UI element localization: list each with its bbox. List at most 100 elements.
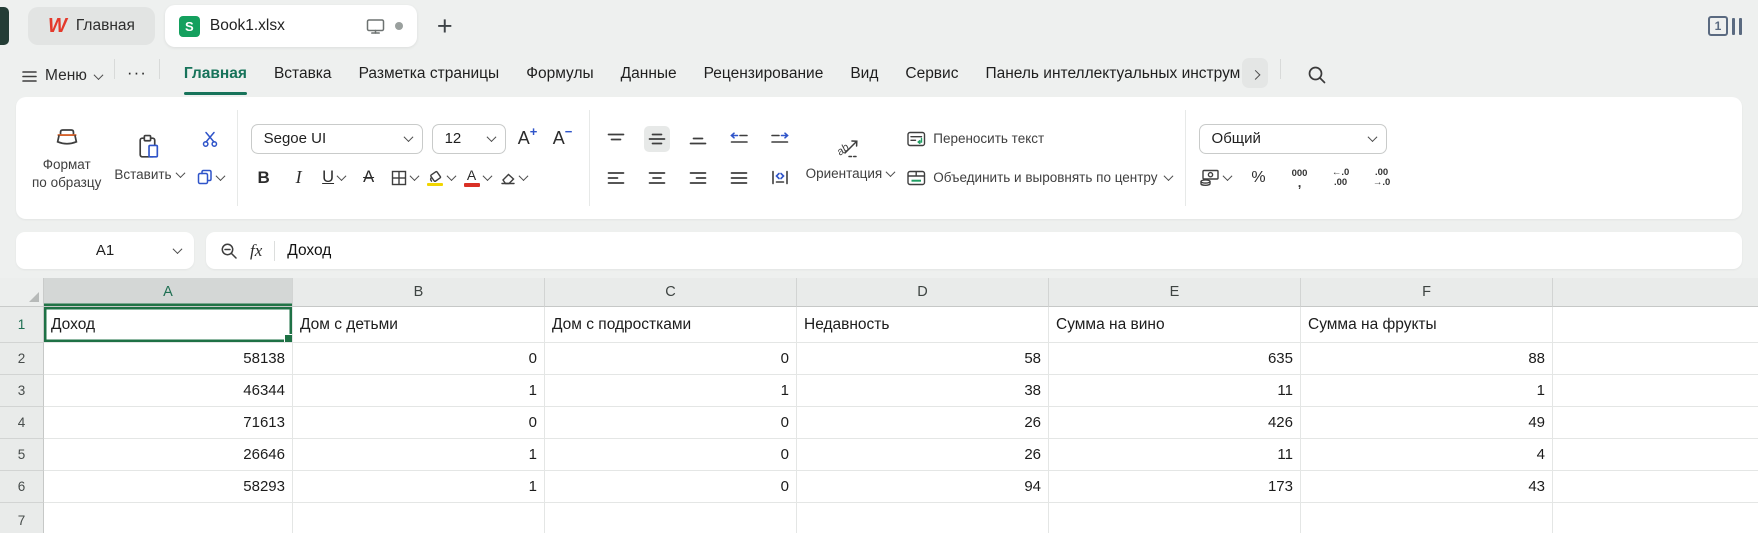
cell-f2[interactable]: 88 — [1301, 343, 1553, 375]
cell-a7[interactable] — [44, 503, 293, 533]
menu-tab[interactable]: Разметка страницы — [359, 65, 500, 85]
row-header-7[interactable]: 7 — [0, 503, 44, 533]
column-header-partial[interactable] — [1553, 278, 1758, 307]
shrink-text-button[interactable] — [767, 165, 793, 191]
row-header-4[interactable]: 4 — [0, 407, 44, 439]
decrease-indent-button[interactable] — [726, 126, 752, 152]
cell-partial[interactable] — [1553, 503, 1758, 533]
menu-tab[interactable]: Вставка — [274, 65, 332, 85]
cell-d6[interactable]: 94 — [797, 471, 1049, 503]
cut-button[interactable] — [197, 126, 223, 152]
cell-partial[interactable] — [1553, 439, 1758, 471]
italic-button[interactable]: I — [286, 165, 312, 191]
cell-a5[interactable]: 26646 — [44, 439, 293, 471]
column-header-e[interactable]: E — [1049, 278, 1301, 307]
menu-tab[interactable]: Данные — [621, 65, 677, 85]
cell-a2[interactable]: 58138 — [44, 343, 293, 375]
cell-a3[interactable]: 46344 — [44, 375, 293, 407]
cell-c6[interactable]: 0 — [545, 471, 797, 503]
align-left-button[interactable] — [603, 165, 629, 191]
formula-input[interactable]: fx Доход — [206, 232, 1742, 269]
align-bottom-button[interactable] — [685, 126, 711, 152]
cell-c4[interactable]: 0 — [545, 407, 797, 439]
strikethrough-button[interactable]: A — [356, 165, 382, 191]
select-all-corner[interactable] — [0, 278, 44, 307]
menu-tab[interactable]: Главная — [184, 65, 247, 85]
cell-f3[interactable]: 1 — [1301, 375, 1553, 407]
fx-icon[interactable]: fx — [250, 241, 262, 261]
cell-d5[interactable]: 26 — [797, 439, 1049, 471]
menu-tab[interactable]: Панель интеллектуальных инструм — [985, 65, 1240, 85]
cell-f5[interactable]: 4 — [1301, 439, 1553, 471]
cell-d4[interactable]: 26 — [797, 407, 1049, 439]
cell-c2[interactable]: 0 — [545, 343, 797, 375]
font-size-select[interactable]: 12 — [432, 124, 506, 154]
cell-e5[interactable]: 11 — [1049, 439, 1301, 471]
menu-tab[interactable]: Вид — [850, 65, 878, 85]
clear-format-button[interactable] — [500, 165, 527, 191]
cell-e3[interactable]: 11 — [1049, 375, 1301, 407]
tab-overflow-button[interactable] — [1242, 58, 1268, 88]
column-header-f[interactable]: F — [1301, 278, 1553, 307]
cell-d7[interactable] — [797, 503, 1049, 533]
cell-c1[interactable]: Дом с подростками — [545, 307, 797, 343]
cell-f1[interactable]: Сумма на фрукты — [1301, 307, 1553, 343]
justify-button[interactable] — [726, 165, 752, 191]
cell-a4[interactable]: 71613 — [44, 407, 293, 439]
cell-e1[interactable]: Сумма на вино — [1049, 307, 1301, 343]
cell-e6[interactable]: 173 — [1049, 471, 1301, 503]
row-header-2[interactable]: 2 — [0, 343, 44, 375]
bold-button[interactable]: B — [251, 165, 277, 191]
window-count-badge[interactable]: 1 — [1708, 16, 1742, 36]
cell-f4[interactable]: 49 — [1301, 407, 1553, 439]
increase-indent-button[interactable] — [767, 126, 793, 152]
cell-c5[interactable]: 0 — [545, 439, 797, 471]
cell-a6[interactable]: 58293 — [44, 471, 293, 503]
decrease-font-button[interactable]: A− — [550, 126, 576, 152]
increase-font-button[interactable]: A+ — [515, 126, 541, 152]
align-center-button[interactable] — [644, 165, 670, 191]
borders-button[interactable] — [391, 165, 418, 191]
new-tab-button[interactable]: + — [437, 13, 453, 40]
cell-c7[interactable] — [545, 503, 797, 533]
number-format-select[interactable]: Общий — [1199, 124, 1387, 154]
cell-b2[interactable]: 0 — [293, 343, 545, 375]
column-header-c[interactable]: C — [545, 278, 797, 307]
cell-c3[interactable]: 1 — [545, 375, 797, 407]
decrease-decimal-button[interactable]: ←.0.00 — [1328, 165, 1354, 191]
cell-partial[interactable] — [1553, 375, 1758, 407]
cell-partial[interactable] — [1553, 307, 1758, 343]
thousands-separator-button[interactable]: 000, — [1287, 165, 1313, 191]
orientation-button[interactable]: ab Ориентация — [806, 136, 895, 181]
cell-d2[interactable]: 58 — [797, 343, 1049, 375]
row-header-6[interactable]: 6 — [0, 471, 44, 503]
menu-tab[interactable]: Сервис — [905, 65, 958, 85]
row-header-3[interactable]: 3 — [0, 375, 44, 407]
row-header-5[interactable]: 5 — [0, 439, 44, 471]
font-color-button[interactable]: A — [464, 165, 491, 191]
column-header-d[interactable]: D — [797, 278, 1049, 307]
cell-f7[interactable] — [1301, 503, 1553, 533]
align-top-button[interactable] — [603, 126, 629, 152]
currency-format-button[interactable] — [1199, 165, 1231, 191]
font-name-select[interactable]: Segoe UI — [251, 124, 423, 154]
more-menu-button[interactable]: ··· — [127, 63, 147, 85]
copy-button[interactable] — [197, 164, 224, 190]
underline-button[interactable]: U — [321, 165, 347, 191]
wrap-text-button[interactable]: Переносить текст — [907, 124, 1171, 154]
document-tab[interactable]: S Book1.xlsx — [165, 5, 417, 47]
paste-button[interactable]: Вставить — [114, 134, 183, 182]
menu-tab[interactable]: Рецензирование — [704, 65, 824, 85]
cell-partial[interactable] — [1553, 471, 1758, 503]
cell-f6[interactable]: 43 — [1301, 471, 1553, 503]
cell-partial[interactable] — [1553, 343, 1758, 375]
cell-e4[interactable]: 426 — [1049, 407, 1301, 439]
cell-d3[interactable]: 38 — [797, 375, 1049, 407]
column-header-a[interactable]: A — [44, 278, 293, 307]
cell-b6[interactable]: 1 — [293, 471, 545, 503]
home-tab[interactable]: W Главная — [28, 7, 155, 45]
cell-partial[interactable] — [1553, 407, 1758, 439]
format-painter-button[interactable]: Формат по образцу — [32, 124, 101, 191]
menu-button[interactable]: Меню — [16, 67, 102, 85]
cell-d1[interactable]: Недавность — [797, 307, 1049, 343]
